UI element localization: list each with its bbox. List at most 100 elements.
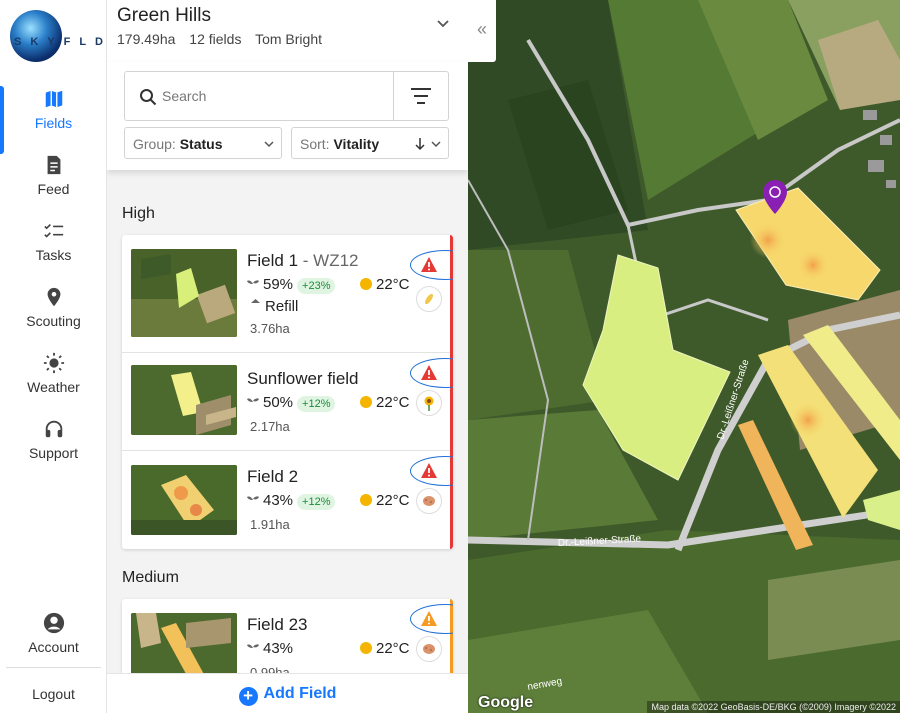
sun-icon xyxy=(360,494,372,506)
field-thumbnail xyxy=(131,465,237,535)
vitality: 43% xyxy=(247,640,293,657)
high-group-cards: Field 1 - WZ12 59% +23% 22°C Refill 3.76h… xyxy=(122,235,453,549)
field-area: 2.17ha xyxy=(250,419,290,434)
account-icon xyxy=(43,612,64,634)
refill-status: Refill xyxy=(250,298,298,315)
headset-icon xyxy=(45,420,62,438)
temperature: 22°C xyxy=(360,492,410,509)
logo-text: SKYFLD xyxy=(14,36,112,48)
warning-highlight-ring xyxy=(410,250,453,280)
field-name: Field 1 - WZ12 xyxy=(247,251,359,271)
temperature-value: 22°C xyxy=(376,394,410,411)
temperature-value: 22°C xyxy=(376,276,410,293)
sort-select[interactable]: Sort: Vitality xyxy=(291,127,449,159)
refill-text: Refill xyxy=(265,298,299,315)
farm-name: Green Hills xyxy=(117,5,211,26)
field-thumbnail xyxy=(131,365,237,435)
field-area: 1.91ha xyxy=(250,517,290,532)
sort-direction-icon[interactable] xyxy=(414,137,426,151)
farm-meta: 179.49ha 12 fields Tom Bright xyxy=(117,31,332,47)
group-select-key: Group: xyxy=(133,136,176,152)
temperature: 22°C xyxy=(360,276,410,293)
sort-select-value: Vitality xyxy=(333,136,380,152)
field-card-sunflower-field[interactable]: Sunflower field 50% +12% 22°C 2.17ha xyxy=(122,353,453,451)
warning-highlight-ring xyxy=(410,604,453,634)
temperature-value: 22°C xyxy=(376,492,410,509)
nav-weather[interactable]: Weather xyxy=(0,352,107,418)
vitality: 43% +12% xyxy=(247,492,336,510)
group-label-medium: Medium xyxy=(122,569,179,586)
sun-icon xyxy=(360,278,372,290)
vitality-value: 50% xyxy=(263,394,294,411)
pin-icon xyxy=(47,287,60,307)
field-name: Field 2 xyxy=(247,467,299,486)
potato-icon xyxy=(416,488,442,514)
nav-tasks[interactable]: Tasks xyxy=(0,220,107,286)
filter-bar: Search Group: Status Sort: Vitality xyxy=(107,62,468,170)
farm-field-count: 12 fields xyxy=(189,31,242,47)
divider xyxy=(6,667,101,668)
vitality-change-badge: +23% xyxy=(297,278,336,294)
double-chevron-left-icon: « xyxy=(476,19,487,39)
sidebar: SKYFLD Fields Feed Tasks Scouting Weathe… xyxy=(0,0,107,713)
field-card-field-2[interactable]: Field 2 43% +12% 22°C 1.91ha xyxy=(122,451,453,549)
nav-support-label: Support xyxy=(28,445,79,461)
potato-icon xyxy=(416,636,442,662)
vitality-change-badge: +12% xyxy=(297,396,336,412)
nav-feed[interactable]: Feed xyxy=(0,154,107,220)
corn-icon xyxy=(416,286,442,312)
add-field-button[interactable]: + Add Field xyxy=(107,673,468,713)
field-area: 3.76ha xyxy=(250,321,290,336)
group-select[interactable]: Group: Status xyxy=(124,127,282,159)
temperature: 22°C xyxy=(360,640,410,657)
map-icon xyxy=(45,90,62,108)
priority-bar xyxy=(450,235,453,549)
nav-fields-label: Fields xyxy=(34,115,73,131)
sun-icon xyxy=(360,396,372,408)
sprout-icon xyxy=(247,496,259,506)
sun-icon xyxy=(360,642,372,654)
refill-icon xyxy=(251,299,260,312)
plus-icon: + xyxy=(238,687,258,706)
vitality-change-badge: +12% xyxy=(297,494,336,510)
chevron-down-icon[interactable] xyxy=(434,14,452,32)
chevron-down-icon xyxy=(431,141,441,148)
skyfld-logo[interactable]: SKYFLD xyxy=(10,10,105,62)
vitality: 59% +23% xyxy=(247,276,336,294)
nav-weather-label: Weather xyxy=(27,379,80,395)
vitality: 50% +12% xyxy=(247,394,336,412)
vitality-value: 43% xyxy=(263,640,294,657)
nav-scouting[interactable]: Scouting xyxy=(0,286,107,352)
sunflower-icon xyxy=(416,390,442,416)
field-code: - WZ12 xyxy=(302,251,359,270)
farm-owner: Tom Bright xyxy=(255,31,323,47)
search-input[interactable]: Search xyxy=(124,71,449,121)
feed-icon xyxy=(47,155,60,175)
map-attribution[interactable]: Map data ©2022 GeoBasis-DE/BKG (©2009) I… xyxy=(647,701,900,713)
nav-account[interactable]: Account xyxy=(0,612,107,678)
collapse-panel-button[interactable]: « xyxy=(468,0,496,62)
vitality-value: 59% xyxy=(263,276,294,293)
field-name: Sunflower field xyxy=(247,369,359,388)
field-name: Field 23 xyxy=(247,615,308,634)
vitality-value: 43% xyxy=(263,492,294,509)
search-placeholder: Search xyxy=(162,88,207,104)
temperature: 22°C xyxy=(360,394,410,411)
nav-account-label: Account xyxy=(28,639,79,655)
farm-header[interactable]: Green Hills 179.49ha 12 fields Tom Brigh… xyxy=(107,0,468,62)
farm-area: 179.49ha xyxy=(117,31,176,47)
field-card-field-1[interactable]: Field 1 - WZ12 59% +23% 22°C Refill 3.76h… xyxy=(122,235,453,353)
warning-highlight-ring xyxy=(410,358,453,388)
logout-button[interactable]: Logout xyxy=(0,686,107,702)
search-divider xyxy=(393,72,394,120)
filter-icon[interactable] xyxy=(409,86,433,106)
nav-tasks-label: Tasks xyxy=(35,247,72,263)
field-thumbnail xyxy=(131,249,237,337)
sprout-icon xyxy=(247,644,259,654)
nav-support[interactable]: Support xyxy=(0,418,107,484)
nav-fields[interactable]: Fields xyxy=(0,86,107,154)
group-select-value: Status xyxy=(179,136,223,152)
satellite-map[interactable]: Dr.-Leißner-Straße Dr.-Leißner-Straße ne… xyxy=(467,0,900,713)
sprout-icon xyxy=(247,398,259,408)
map-canvas: Dr.-Leißner-Straße Dr.-Leißner-Straße ne… xyxy=(467,0,900,713)
